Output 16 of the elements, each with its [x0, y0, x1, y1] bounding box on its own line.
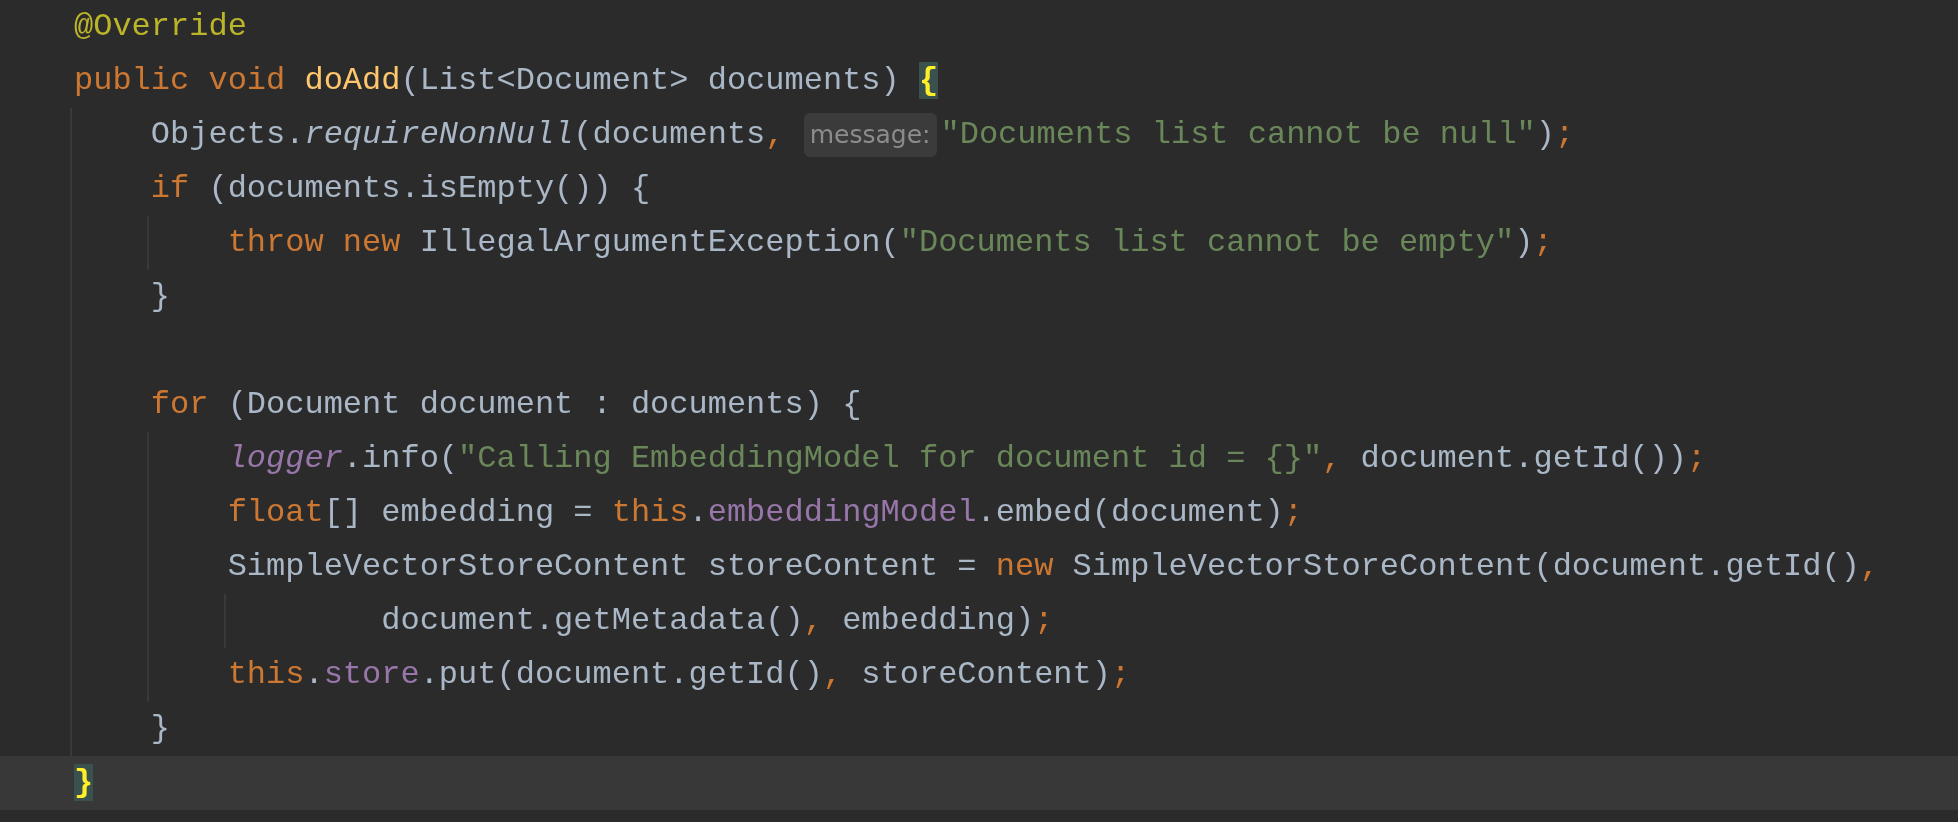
code-text: float[] embedding = this.embeddingModel.embed(document); — [227, 493, 1303, 533]
code-text: } — [150, 277, 170, 317]
code-text: this.store.put(document.getId(), storeContent); — [227, 655, 1131, 695]
parameter-hint: message: — [803, 113, 937, 157]
code-text: } — [150, 709, 170, 749]
code-text: Objects.requireNonNull(documents, — [150, 115, 786, 155]
code-text: public void doAdd(List<Document> documents) { — [74, 61, 939, 101]
code-text: SimpleVectorStoreContent storeContent = new SimpleVectorStoreContent(document.getId(), — [227, 547, 1880, 587]
code-text: throw new IllegalArgumentException("Documents list cannot be empty"); — [227, 223, 1553, 263]
code-text: @Override — [74, 7, 247, 47]
code-text: logger.info("Calling EmbeddingModel for document id = {}", document.getId()); — [227, 439, 1707, 479]
code-text: document.getMetadata(), embedding); — [381, 601, 1054, 641]
code-text: for (Document document : documents) { — [150, 385, 862, 425]
code-text: } — [74, 763, 94, 803]
code-text: "Documents list cannot be null"); — [940, 115, 1575, 155]
code-text: if (documents.isEmpty()) { — [150, 169, 651, 209]
